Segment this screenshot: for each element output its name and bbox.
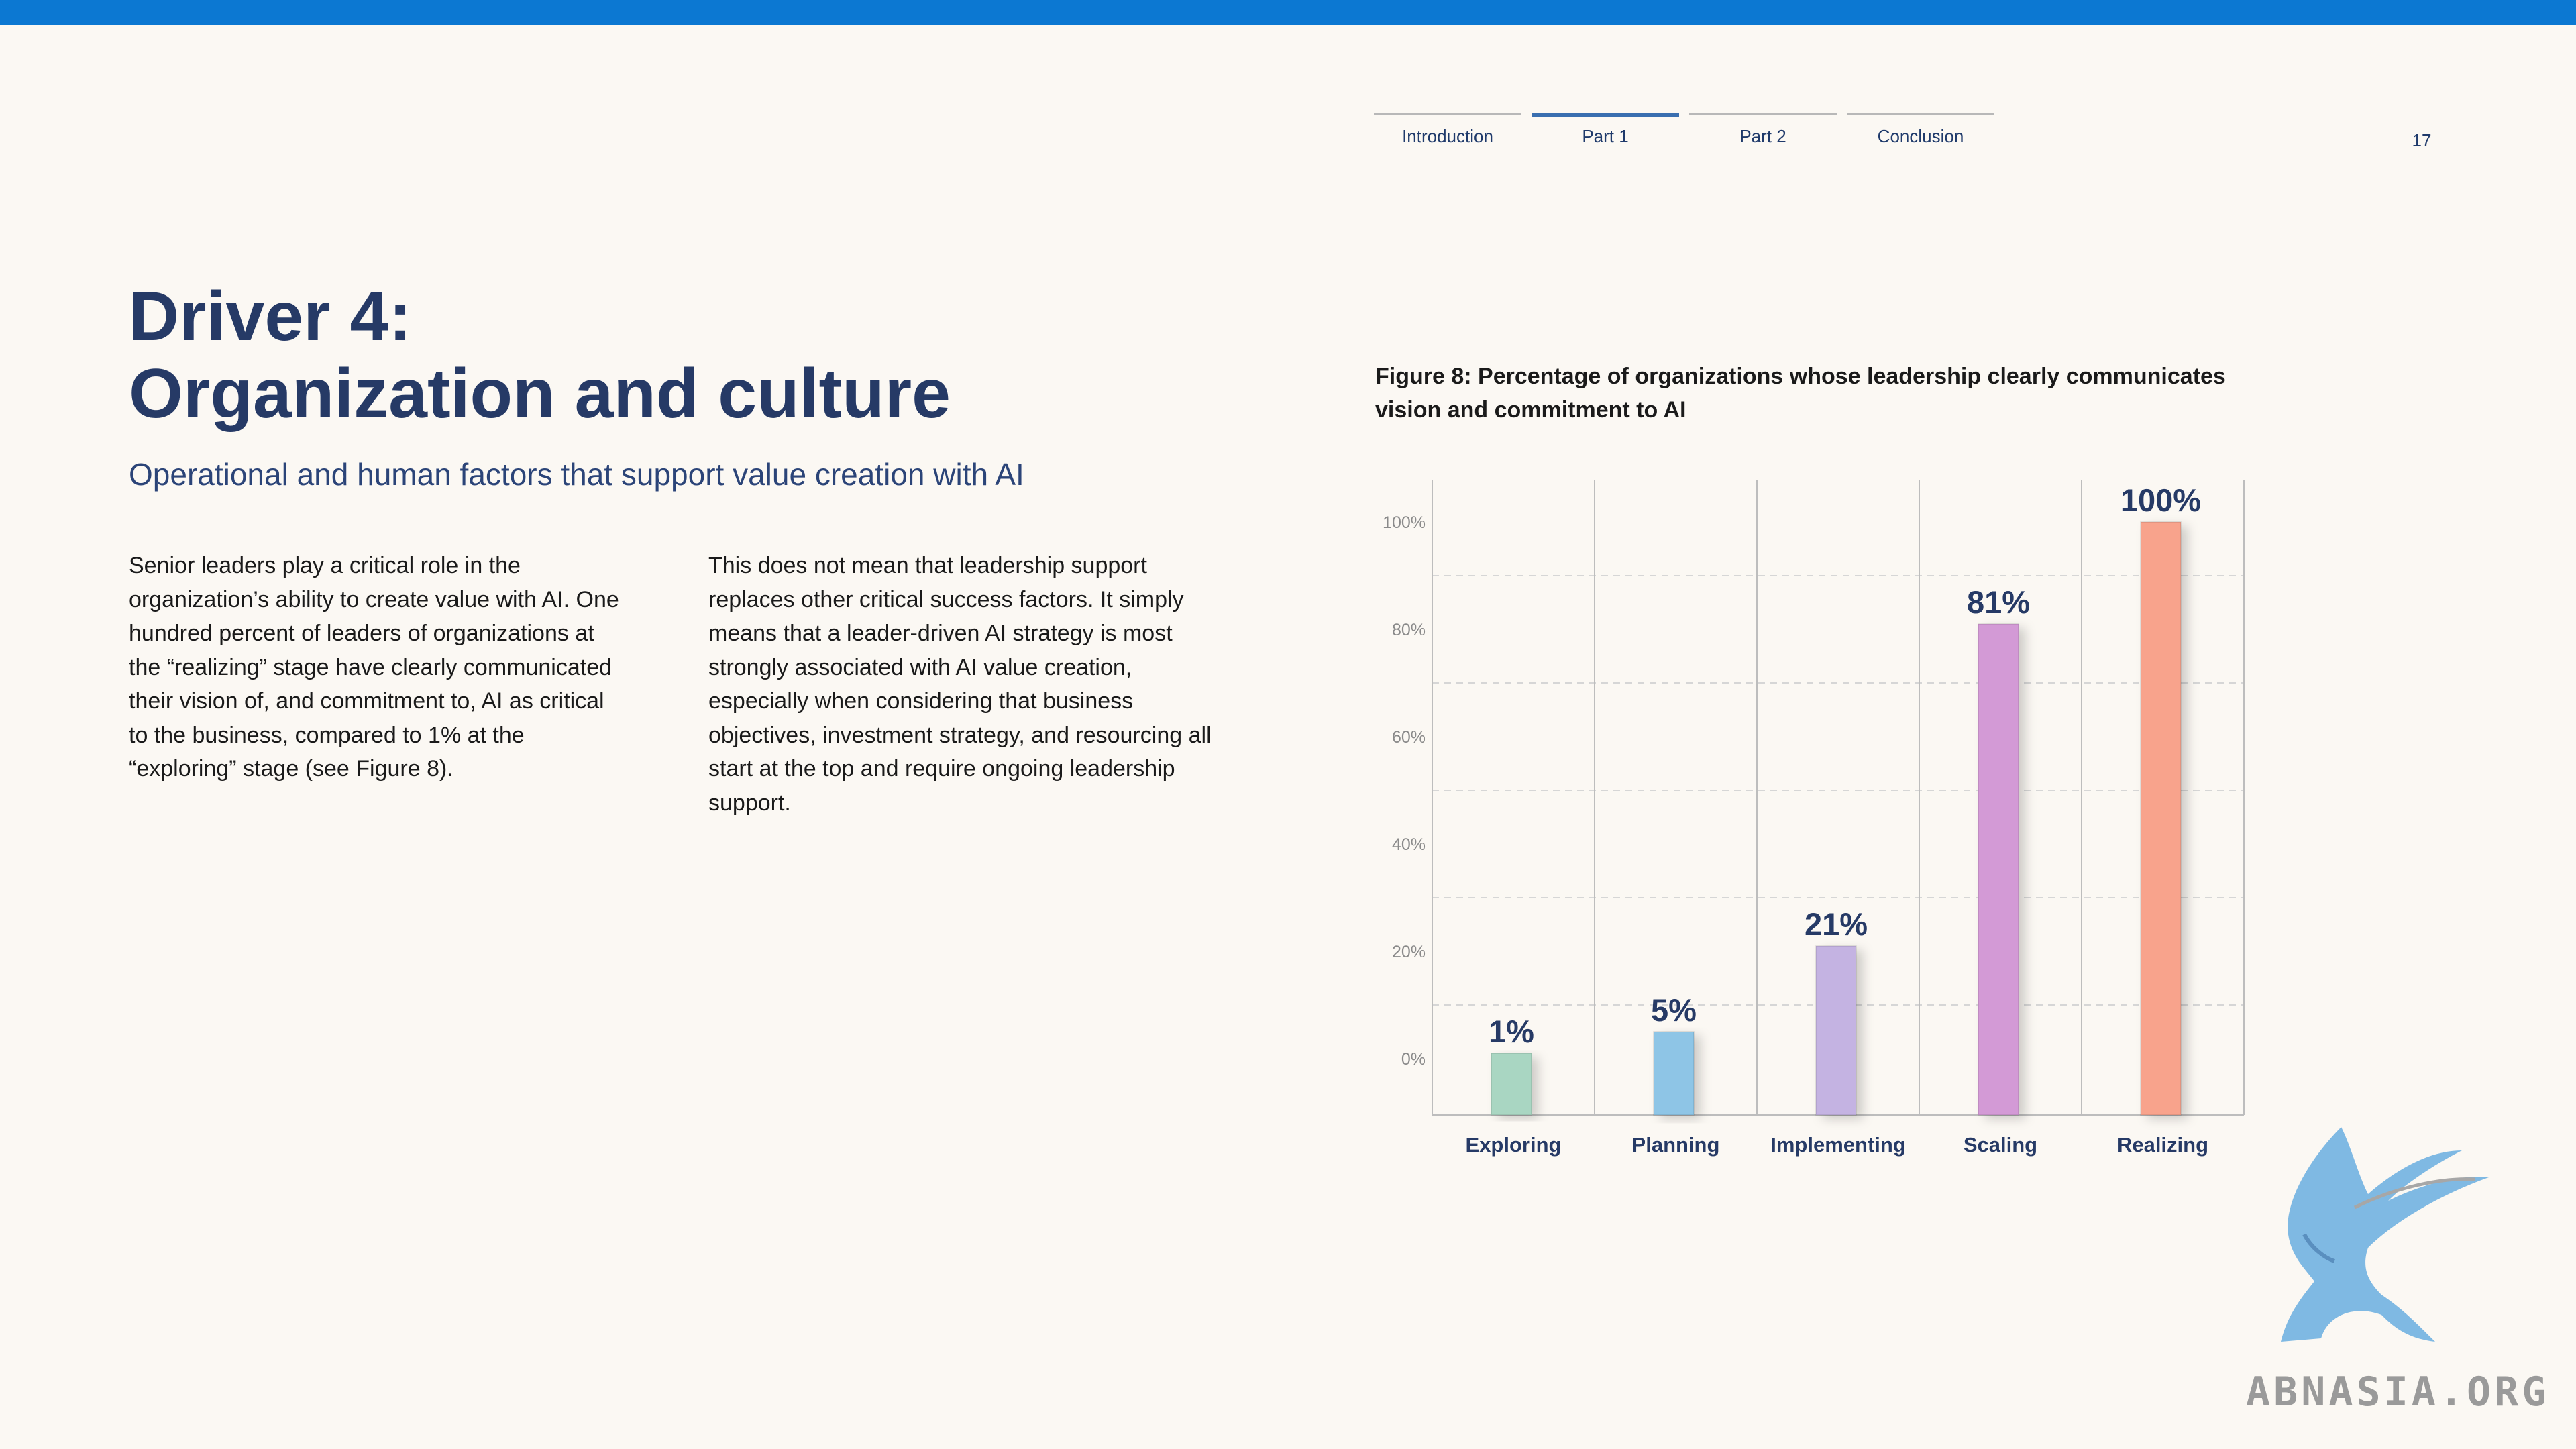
- data-label: 100%: [2121, 482, 2201, 518]
- y-tick-label: 60%: [1392, 728, 1426, 747]
- data-label: 1%: [1489, 1014, 1534, 1049]
- page-title: Driver 4: Organization and culture: [129, 278, 951, 433]
- y-tick-label: 20%: [1392, 943, 1426, 961]
- x-tick-label: Planning: [1632, 1133, 1720, 1157]
- griffin-logo-icon: [2281, 1127, 2489, 1342]
- page-subtitle: Operational and human factors that suppo…: [129, 457, 1024, 492]
- y-tick-label: 100%: [1383, 513, 1426, 532]
- y-tick-label: 0%: [1401, 1050, 1426, 1069]
- top-accent-bar: [0, 0, 2576, 25]
- logo-wordmark: ABNASIA.ORG: [2246, 1368, 2550, 1415]
- x-tick-label: Implementing: [1770, 1133, 1906, 1157]
- x-tick-label: Scaling: [1964, 1133, 2037, 1157]
- nav-tab-part-2[interactable]: Part 2: [1689, 113, 1837, 147]
- page-number: 17: [2412, 130, 2432, 150]
- bar-chart: 0% 20% 40% 60% 80% 100% 1% Exploring 5% Planning 2…: [1383, 480, 2245, 1157]
- nav-tab-part-1[interactable]: Part 1: [1532, 113, 1679, 147]
- section-nav: Introduction Part 1 Part 2 Conclusion: [1374, 113, 1994, 147]
- data-label: 81%: [1967, 584, 2030, 620]
- figure-caption: Figure 8: Percentage of organizations wh…: [1375, 364, 2226, 423]
- title-line-2: Organization and culture: [129, 355, 951, 433]
- data-label: 5%: [1651, 992, 1697, 1028]
- body-paragraph-2: This does not mean that leadership suppo…: [708, 553, 1212, 816]
- y-tick-label: 40%: [1392, 835, 1426, 854]
- bar-planning: [1653, 1031, 1695, 1116]
- nav-tab-conclusion[interactable]: Conclusion: [1847, 113, 1994, 147]
- data-label: 21%: [1805, 906, 1868, 942]
- body-paragraph-1: Senior leaders play a critical role in t…: [129, 553, 619, 782]
- x-tick-label: Realizing: [2117, 1133, 2208, 1157]
- bar-implementing: [1815, 945, 1857, 1116]
- title-line-1: Driver 4:: [129, 278, 412, 356]
- x-tick-label: Exploring: [1466, 1133, 1562, 1157]
- bar-scaling: [1978, 623, 2019, 1116]
- bar-exploring: [1491, 1053, 1532, 1116]
- bar-realizing: [2140, 521, 2182, 1116]
- nav-tab-introduction[interactable]: Introduction: [1374, 113, 1521, 147]
- y-tick-label: 80%: [1392, 621, 1426, 639]
